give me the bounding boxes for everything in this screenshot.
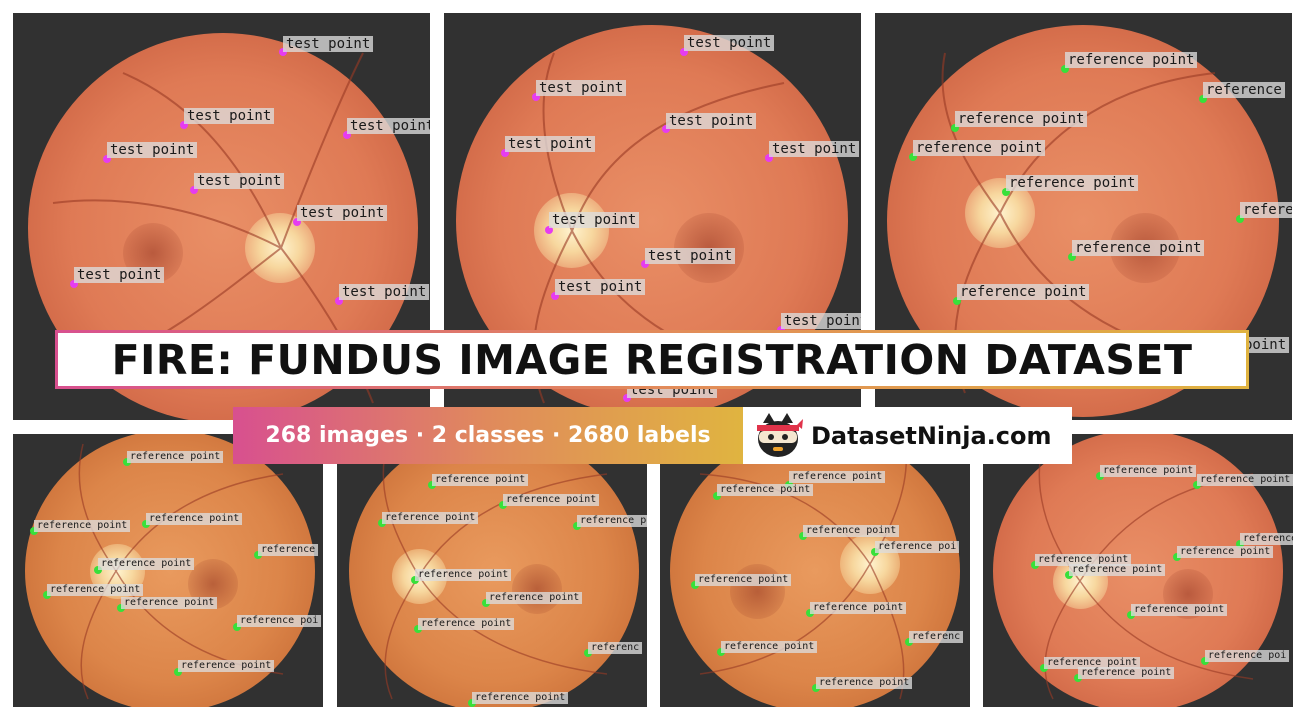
point-label: referenc [588, 642, 643, 654]
point-label: reference point [47, 584, 144, 596]
point-label: reference point [146, 513, 243, 525]
brand-banner[interactable]: DatasetNinja.com [743, 407, 1072, 464]
point-label: test point [536, 80, 627, 97]
point-label: reference point [432, 474, 529, 486]
dataset-sample-image: reference point reference point referenc… [660, 434, 970, 707]
point-label: reference point [816, 677, 913, 689]
title-banner: FIRE: FUNDUS IMAGE REGISTRATION DATASET [55, 330, 1249, 389]
point-label: reference point [913, 140, 1046, 157]
point-label: reference point [789, 471, 886, 483]
point-label: reference point [810, 602, 907, 614]
point-label: referenc [909, 631, 964, 643]
point-label: reference point [1069, 564, 1166, 576]
point-label: reference point [1078, 667, 1175, 679]
point-label: test point [347, 118, 430, 135]
stats-banner: 268 images · 2 classes · 2680 labels [233, 407, 743, 464]
point-label: test point [184, 108, 275, 125]
point-label: refere [1240, 202, 1292, 219]
point-label: reference poi [237, 615, 322, 627]
point-label: reference point [955, 111, 1088, 128]
point-label: reference point [178, 660, 275, 672]
point-label: test point [781, 313, 861, 330]
point-label: test point [283, 36, 374, 53]
point-label: test point [505, 136, 596, 153]
point-label: reference point [721, 641, 818, 653]
dataset-stats: 268 images · 2 classes · 2680 labels [265, 423, 711, 448]
point-label: test point [339, 284, 430, 301]
point-label: reference point [486, 592, 583, 604]
point-label: reference poi [1205, 650, 1290, 662]
ninja-logo-icon [757, 412, 803, 457]
point-label: reference point [472, 692, 569, 704]
point-label: reference point [127, 451, 224, 463]
point-label: test point [769, 141, 860, 158]
point-label: test point [74, 267, 165, 284]
point-label: reference point [415, 569, 512, 581]
point-label: reference point [418, 618, 515, 630]
dataset-sample-image: reference point reference point referenc… [337, 434, 647, 707]
point-label: reference [1203, 82, 1285, 99]
point-label: reference poi [875, 541, 960, 553]
point-label: reference point [503, 494, 600, 506]
point-label: test point [107, 142, 198, 159]
point-label: reference point [1197, 474, 1293, 486]
point-label: test point [555, 279, 646, 296]
point-label: reference point [1065, 52, 1198, 69]
point-label: reference point [957, 284, 1090, 301]
point-label: reference point [34, 520, 131, 532]
point-label: reference point [803, 525, 900, 537]
dataset-sample-image: reference point reference point referenc… [983, 434, 1293, 707]
point-label: test point [194, 173, 285, 190]
point-label: test point [549, 212, 640, 229]
point-label: test point [645, 248, 736, 265]
point-label: reference point [717, 484, 814, 496]
point-label: reference poi [577, 515, 647, 527]
point-label: reference point [1006, 175, 1139, 192]
point-label: reference point [695, 574, 792, 586]
retinal-vessels [78, 443, 284, 700]
point-label: reference point [1100, 465, 1197, 477]
point-label: reference point [1177, 546, 1274, 558]
point-label: test point [297, 205, 388, 222]
point-label: reference point [98, 558, 195, 570]
point-label: reference [258, 544, 319, 556]
point-label: reference point [121, 597, 218, 609]
brand-link[interactable]: DatasetNinja.com [811, 422, 1051, 450]
point-label: reference point [382, 512, 479, 524]
point-label: test point [684, 35, 775, 52]
point-label: reference point [1072, 240, 1205, 257]
point-label: reference [1240, 533, 1293, 545]
point-label: reference point [1131, 604, 1228, 616]
point-label: test point [666, 113, 757, 130]
dataset-title: FIRE: FUNDUS IMAGE REGISTRATION DATASET [111, 335, 1193, 384]
dataset-sample-image: reference point reference point referenc… [13, 434, 323, 707]
